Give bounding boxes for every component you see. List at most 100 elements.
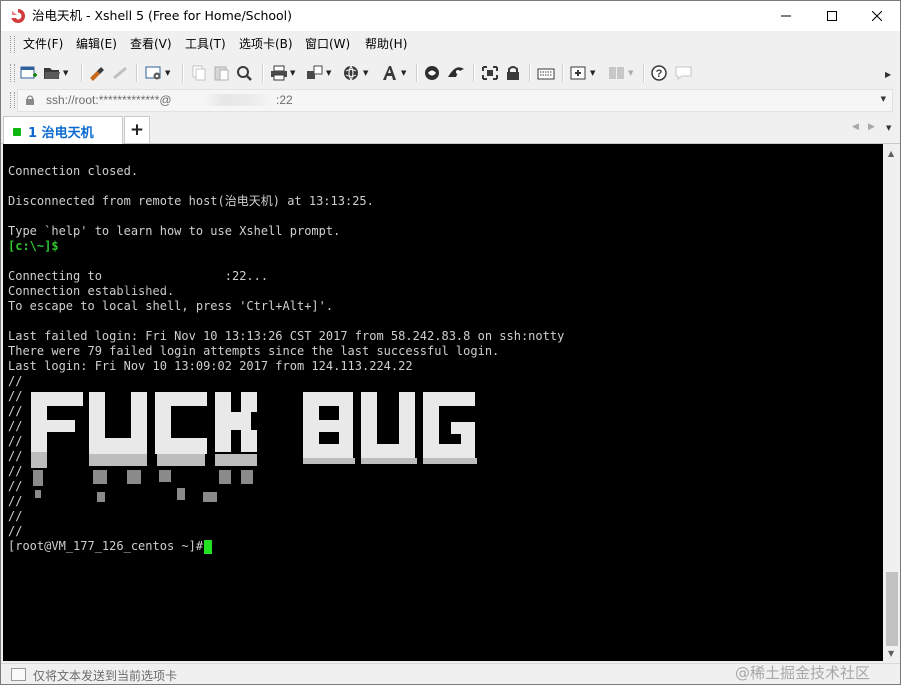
- fullscreen-button[interactable]: [481, 63, 499, 83]
- watermark: @稀土掘金技术社区: [735, 664, 871, 682]
- status-bar: 仅将文本发送到当前选项卡 @稀土掘金技术社区: [1, 663, 900, 684]
- app-icon: [11, 9, 25, 23]
- art-letter-b: [303, 392, 355, 464]
- scroll-down-icon[interactable]: ▼: [888, 649, 894, 658]
- minimize-button[interactable]: [763, 1, 809, 31]
- toolbar-separator: [81, 64, 83, 82]
- terminal-line: Connection established.: [8, 284, 175, 298]
- art-letter-c: [155, 392, 207, 500]
- dropdown-icon[interactable]: ▼: [290, 69, 295, 77]
- paste-button[interactable]: [213, 63, 231, 83]
- menu-edit[interactable]: 编辑(E): [76, 37, 117, 52]
- lock-small-icon: [26, 95, 34, 105]
- toolbar: ▼ ▼ ▼ ▼ ▼ ▼ ▼ ▼ ? ▶: [1, 58, 900, 87]
- menubar-grip[interactable]: [10, 36, 15, 53]
- reconnect-button[interactable]: [88, 63, 106, 83]
- menu-tools[interactable]: 工具(T): [185, 37, 226, 52]
- dropdown-icon[interactable]: ▼: [881, 95, 886, 103]
- menu-help[interactable]: 帮助(H): [365, 37, 407, 52]
- lock-icon: [507, 66, 519, 80]
- close-button[interactable]: [854, 1, 900, 31]
- layout-icon: [609, 67, 624, 79]
- print-button[interactable]: ▼: [270, 63, 295, 83]
- menu-tab[interactable]: 选项卡(B): [239, 37, 293, 52]
- toolbar-separator: [416, 64, 418, 82]
- maximize-button[interactable]: [809, 1, 855, 31]
- menu-file[interactable]: 文件(F): [23, 37, 63, 52]
- toolbar-separator: [562, 64, 564, 82]
- transfer-button[interactable]: ▼: [306, 63, 331, 83]
- dropdown-icon[interactable]: ▼: [628, 69, 633, 77]
- terminal-line: Last login: Fri Nov 10 13:09:02 2017 fro…: [8, 359, 413, 373]
- scroll-up-icon[interactable]: ▲: [888, 149, 894, 158]
- new-tab-button[interactable]: ▼: [570, 63, 595, 83]
- address-text: ssh://root:*************@: [46, 93, 172, 107]
- terminal-line: Disconnected from remote host(治电天机) at 1…: [8, 194, 374, 208]
- minimize-icon: [781, 15, 791, 17]
- xmanager-icon: [448, 67, 464, 77]
- dropdown-icon[interactable]: ▼: [590, 69, 595, 77]
- art-letter-u2: [361, 392, 417, 464]
- terminal-line: Connection closed.: [8, 164, 139, 178]
- xmanager-button[interactable]: [447, 63, 465, 83]
- keyboard-icon: [537, 68, 555, 80]
- add-tab-button[interactable]: +: [124, 116, 150, 143]
- find-icon: [237, 66, 252, 81]
- reconnect-icon: [90, 67, 104, 81]
- addressbar-grip[interactable]: [10, 92, 15, 108]
- svg-text:?: ?: [656, 68, 663, 80]
- disconnect-button[interactable]: [111, 63, 129, 83]
- globe-icon: [344, 65, 358, 81]
- tab-list-icon[interactable]: ▼: [886, 124, 891, 132]
- script-button[interactable]: ▼: [343, 63, 368, 83]
- print-icon: [271, 65, 287, 81]
- properties-icon: [145, 66, 161, 80]
- scroll-thumb[interactable]: [886, 572, 898, 646]
- tab-session[interactable]: 1 治电天机: [3, 116, 123, 144]
- redacted-ip: [118, 261, 198, 278]
- ascii-art-banner: [31, 392, 477, 502]
- open-session-button[interactable]: ▼: [43, 63, 68, 83]
- address-bar: ssh://root:*************@ :22 ▼: [1, 88, 900, 112]
- terminal-line: There were 79 failed login attempts sinc…: [8, 344, 500, 358]
- dropdown-icon[interactable]: ▼: [363, 69, 368, 77]
- copy-button[interactable]: [190, 63, 208, 83]
- art-letter-u: [89, 392, 147, 502]
- dropdown-icon[interactable]: ▼: [63, 69, 68, 77]
- menu-window[interactable]: 窗口(W): [305, 37, 350, 52]
- find-button[interactable]: [236, 63, 254, 83]
- dropdown-icon[interactable]: ▼: [401, 69, 406, 77]
- terminal-cursor: [204, 540, 212, 554]
- properties-button[interactable]: ▼: [145, 63, 170, 83]
- terminal-line: Last failed login: Fri Nov 10 13:13:26 C…: [8, 329, 565, 343]
- toolbar-overflow-icon[interactable]: ▶: [885, 70, 891, 79]
- title-bar[interactable]: 治电天机 - Xshell 5 (Free for Home/School): [1, 1, 900, 31]
- font-button[interactable]: ▼: [381, 63, 406, 83]
- keyboard-button[interactable]: [537, 63, 555, 83]
- lock-button[interactable]: [504, 63, 522, 83]
- new-session-icon: [20, 66, 37, 79]
- help-button[interactable]: ?: [651, 63, 669, 83]
- send-text-icon[interactable]: [11, 668, 26, 681]
- terminal-screen[interactable]: Connection closed. Disconnected from remo…: [3, 144, 883, 661]
- terminal-scrollbar[interactable]: ▲ ▼: [884, 144, 900, 661]
- redacted-host: [202, 94, 274, 106]
- new-session-button[interactable]: [20, 63, 38, 83]
- copy-icon: [192, 65, 206, 81]
- tab-prev-icon[interactable]: ◀: [852, 122, 859, 132]
- tab-next-icon[interactable]: ▶: [868, 122, 875, 132]
- xftp-button[interactable]: [424, 63, 442, 83]
- menu-view[interactable]: 查看(V): [130, 37, 172, 52]
- tab-label: 1 治电天机: [28, 126, 94, 141]
- dropdown-icon[interactable]: ▼: [165, 69, 170, 77]
- dropdown-icon[interactable]: ▼: [326, 69, 331, 77]
- toolbar-grip[interactable]: [10, 64, 15, 82]
- tab-bar: 1 治电天机 + ◀ ▶ ▼: [1, 113, 900, 144]
- comment-button[interactable]: [675, 63, 693, 83]
- address-field[interactable]: ssh://root:*************@ :22 ▼: [17, 89, 893, 112]
- layout-button[interactable]: ▼: [608, 63, 633, 83]
- terminal-line: To escape to local shell, press 'Ctrl+Al…: [8, 299, 334, 313]
